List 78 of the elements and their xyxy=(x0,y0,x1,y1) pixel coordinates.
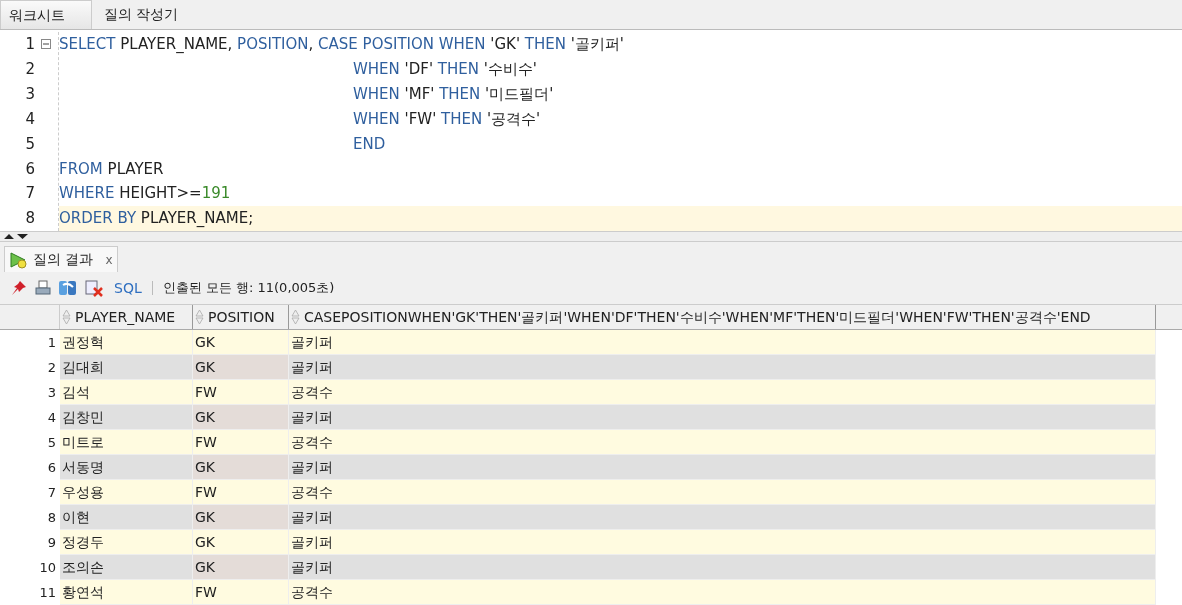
table-cell: 골키퍼 xyxy=(289,330,1156,355)
worksheet-tab[interactable]: 질의 작성기 xyxy=(92,0,191,29)
line-number: 8 xyxy=(25,208,35,230)
row-number: 8 xyxy=(47,508,56,527)
table-cell: GK xyxy=(193,455,289,480)
code-line: WHEN 'FW' THEN '공격수' xyxy=(353,108,541,130)
pin-icon[interactable] xyxy=(10,279,28,297)
table-cell: FW xyxy=(193,430,289,455)
table-cell: 골키퍼 xyxy=(289,530,1156,555)
row-number: 9 xyxy=(47,533,56,552)
code-line: WHEN 'DF' THEN '수비수' xyxy=(353,59,537,81)
table-cell: 골키퍼 xyxy=(289,355,1156,380)
table-cell: 김창민 xyxy=(60,405,193,430)
table-cell: 골키퍼 xyxy=(289,455,1156,480)
code-line: WHERE HEIGHT>=191 xyxy=(59,183,231,205)
table-cell: GK xyxy=(193,505,289,530)
row-number: 11 xyxy=(39,583,56,602)
fetch-status: 인출된 모든 행: 11(0,005초) xyxy=(162,279,335,298)
row-number: 3 xyxy=(47,383,56,402)
table-cell: 공격수 xyxy=(289,380,1156,405)
table-cell: 공격수 xyxy=(289,430,1156,455)
table-cell: 조의손 xyxy=(60,555,193,580)
table-cell: 김석 xyxy=(60,380,193,405)
row-number: 4 xyxy=(47,408,56,427)
print-icon[interactable] xyxy=(34,279,52,297)
sort-icon xyxy=(62,309,71,325)
line-number: 7 xyxy=(25,183,35,205)
table-cell: 공격수 xyxy=(289,480,1156,505)
table-cell: 골키퍼 xyxy=(289,555,1156,580)
code-line: ORDER BY PLAYER_NAME; xyxy=(59,208,254,230)
table-cell: FW xyxy=(193,480,289,505)
code-line: END xyxy=(353,133,386,155)
row-number: 6 xyxy=(47,458,56,477)
row-number: 5 xyxy=(47,433,56,452)
column-header[interactable]: POSITION xyxy=(193,305,289,329)
sql-link[interactable]: SQL xyxy=(114,277,142,299)
code-line: SELECT PLAYER_NAME, POSITION, CASE POSITION WHEN 'GK' THEN '골키퍼' xyxy=(59,34,624,56)
line-number: 5 xyxy=(25,133,35,155)
line-number: 1 xyxy=(25,34,35,56)
line-number: 3 xyxy=(25,83,35,105)
row-number: 1 xyxy=(47,333,56,352)
table-cell: GK xyxy=(193,530,289,555)
table-cell: 미트로 xyxy=(60,430,193,455)
row-number: 2 xyxy=(47,358,56,377)
column-header[interactable]: CASEPOSITIONWHEN'GK'THEN'골키퍼'WHEN'DF'THEN'수비수'WHEN'MF'THEN'미드필더'WHEN'FW'THEN'공격수'END xyxy=(289,305,1156,329)
line-number: 4 xyxy=(25,108,35,130)
run-icon xyxy=(9,250,29,269)
fold-icon[interactable] xyxy=(41,39,51,50)
row-number: 10 xyxy=(39,558,56,577)
table-cell: GK xyxy=(193,555,289,580)
refresh-icon[interactable] xyxy=(58,279,78,297)
row-number: 7 xyxy=(47,483,56,502)
table-cell: 황연석 xyxy=(60,580,193,605)
column-header[interactable]: PLAYER_NAME xyxy=(60,305,193,329)
table-cell: GK xyxy=(193,405,289,430)
table-cell: 골키퍼 xyxy=(289,505,1156,530)
table-cell: FW xyxy=(193,580,289,605)
table-cell: FW xyxy=(193,380,289,405)
code-line: FROM PLAYER xyxy=(59,158,164,180)
table-cell: 공격수 xyxy=(289,580,1156,605)
table-cell: 골키퍼 xyxy=(289,405,1156,430)
sort-icon xyxy=(195,309,204,325)
clear-grid-icon[interactable] xyxy=(84,279,104,297)
table-cell: 우성용 xyxy=(60,480,193,505)
table-cell: 김대희 xyxy=(60,355,193,380)
table-cell: GK xyxy=(193,355,289,380)
table-cell: 권정혁 xyxy=(60,330,193,355)
sort-icon xyxy=(291,309,300,325)
table-cell: 정경두 xyxy=(60,530,193,555)
line-number: 2 xyxy=(25,59,35,81)
worksheet-tab[interactable]: 워크시트 xyxy=(0,0,92,29)
table-cell: 서동명 xyxy=(60,455,193,480)
table-cell: 이현 xyxy=(60,505,193,530)
line-number: 6 xyxy=(25,158,35,180)
code-line: WHEN 'MF' THEN '미드필더' xyxy=(353,83,554,105)
table-cell: GK xyxy=(193,330,289,355)
query-result-tab[interactable]: 질의 결과 x xyxy=(4,246,118,272)
splitter-arrows-icon[interactable] xyxy=(3,233,29,240)
